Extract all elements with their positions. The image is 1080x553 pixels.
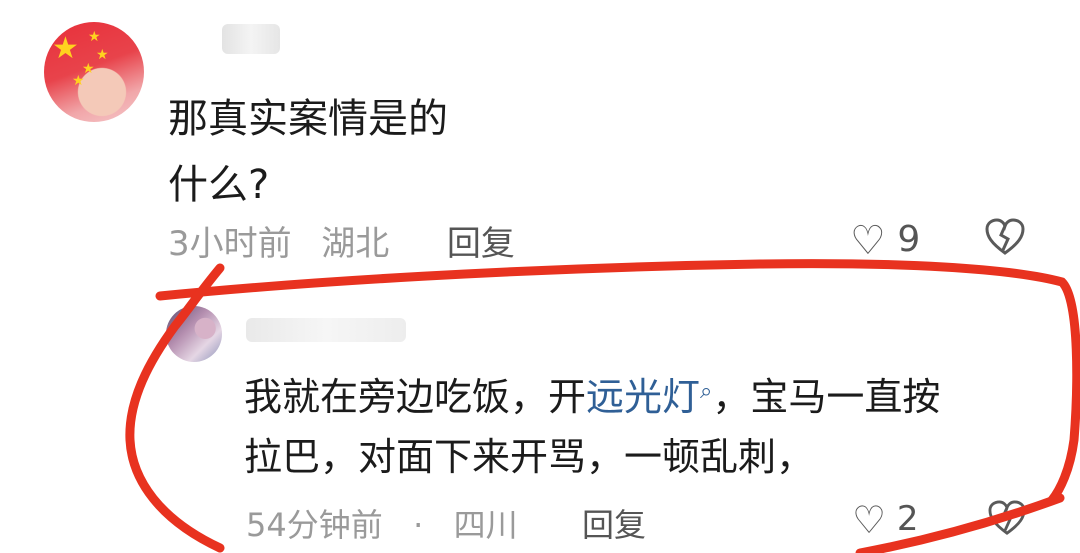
broken-heart-icon — [988, 500, 1026, 535]
reply-text: 我就在旁边吃饭，开远光灯⌕，宝马一直按 拉巴，对面下来开骂，一顿乱刺， — [244, 362, 1044, 487]
reply-text-line: 我就在旁边吃饭，开远光灯⌕，宝马一直按 — [244, 362, 1044, 427]
comment-text-line: 那真实案情是的 — [168, 96, 448, 142]
reply-like-button[interactable]: ♡ 2 — [852, 498, 919, 542]
reply-location: 四川 — [453, 506, 518, 544]
reply-avatar[interactable] — [166, 306, 222, 362]
avatar[interactable]: ★ ★ ★ ★ ★ — [44, 22, 144, 122]
like-count: 2 — [896, 499, 919, 539]
dislike-button[interactable] — [985, 218, 1025, 265]
reply-button[interactable]: 回复 — [447, 224, 515, 264]
star-icon: ★ — [52, 31, 79, 66]
comment-text-line: 什么? — [168, 162, 270, 208]
reply-button[interactable]: 回复 — [582, 506, 646, 544]
reply-meta: 54分钟前 · 四川 回复 — [246, 500, 646, 546]
heart-icon: ♡ — [850, 218, 886, 264]
comment-meta: 3小时前 湖北 回复 — [168, 216, 515, 265]
reply-time: 54分钟前 — [246, 506, 383, 544]
comment-time: 3小时前 — [168, 224, 292, 264]
search-link[interactable]: 远光灯 — [586, 375, 700, 419]
reply-username-blurred[interactable] — [246, 318, 406, 342]
username-blurred[interactable] — [222, 24, 280, 54]
broken-heart-icon — [985, 218, 1025, 255]
star-icon: ★ — [72, 73, 85, 89]
heart-icon: ♡ — [852, 498, 887, 542]
reply-text-part: ，宝马一直按 — [712, 375, 941, 419]
reply-text-part: 我就在旁边吃饭，开 — [244, 375, 587, 419]
comment-text: 那真实案情是的 什么? — [168, 86, 588, 218]
star-icon: ★ — [96, 47, 109, 63]
like-button[interactable]: ♡ 9 — [850, 218, 920, 264]
reply-dislike-button[interactable] — [988, 500, 1026, 545]
search-icon[interactable]: ⌕ — [700, 379, 712, 404]
like-count: 9 — [897, 219, 921, 260]
reply-text-line: 拉巴，对面下来开骂，一顿乱刺， — [244, 435, 815, 479]
star-icon: ★ — [88, 29, 101, 45]
comment-location: 湖北 — [321, 224, 390, 264]
meta-separator: · — [413, 506, 424, 544]
